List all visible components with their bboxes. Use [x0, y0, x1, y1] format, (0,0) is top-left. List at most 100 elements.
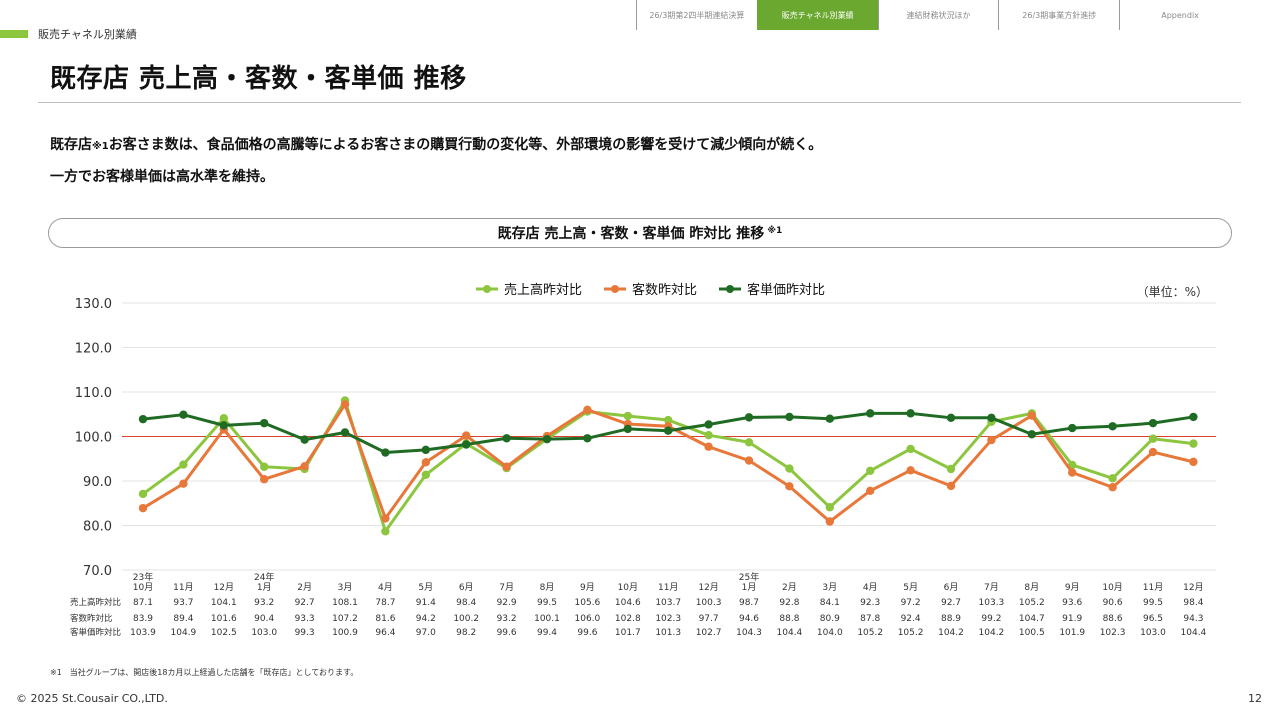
table-value: 100.1 — [534, 614, 560, 624]
data-point — [138, 503, 148, 513]
x-tick-month: 3月 — [338, 582, 353, 593]
table-value: 101.7 — [615, 628, 641, 638]
table-value: 107.2 — [332, 614, 358, 624]
data-point — [260, 475, 269, 484]
table-value: 91.9 — [1062, 614, 1082, 624]
data-point — [1148, 447, 1158, 457]
x-tick-month: 6月 — [944, 582, 959, 593]
section-marker — [0, 30, 28, 38]
data-point — [1189, 457, 1198, 467]
data-point — [1027, 411, 1037, 420]
table-value: 96.5 — [1143, 614, 1163, 624]
lead-footnote-mark: ※1 — [92, 141, 109, 152]
table-value: 103.7 — [655, 598, 681, 608]
section-label: 販売チャネル別業績 — [38, 28, 137, 41]
x-tick-month: 10月 — [1102, 582, 1122, 593]
table-value: 105.2 — [857, 628, 883, 638]
x-tick-month: 2月 — [782, 582, 797, 593]
legend-swatch-marker — [483, 285, 491, 293]
y-tick-label: 100.0 — [75, 431, 112, 446]
table-value: 104.2 — [979, 628, 1005, 638]
data-point — [583, 434, 592, 443]
table-row-label: 客数昨対比 — [70, 613, 113, 624]
data-point — [704, 420, 713, 429]
table-value: 78.7 — [375, 598, 395, 608]
data-point — [825, 503, 834, 512]
table-value: 102.3 — [655, 614, 681, 624]
table-value: 101.3 — [655, 628, 681, 638]
data-point — [260, 462, 269, 471]
table-value: 92.7 — [295, 598, 315, 608]
table-value: 104.0 — [817, 628, 843, 638]
tab-business-policy[interactable]: 26/3期事業方針進捗 — [998, 0, 1119, 30]
table-value: 88.6 — [1103, 614, 1123, 624]
tab-financial-position[interactable]: 連結財務状況ほか — [877, 0, 999, 30]
data-point — [744, 456, 754, 465]
footnote: ※1 当社グループは、開店後18カ月以上経過した店舗を「既存店」としております。 — [50, 668, 359, 677]
table-value: 102.7 — [696, 628, 722, 638]
table-value: 99.3 — [295, 628, 315, 638]
data-point — [906, 409, 915, 418]
data-point — [744, 413, 754, 422]
data-point — [623, 411, 632, 421]
data-point — [623, 424, 632, 434]
data-point — [1189, 412, 1198, 422]
table-value: 84.1 — [820, 598, 840, 608]
table-value: 92.9 — [497, 598, 517, 608]
data-point — [744, 438, 754, 447]
table-value: 92.7 — [941, 598, 961, 608]
tab-q2-results[interactable]: 26/3期第2四半期連結決算 — [636, 0, 757, 30]
table-value: 88.9 — [941, 614, 961, 624]
data-point — [502, 462, 511, 471]
x-tick-month: 9月 — [580, 582, 595, 593]
table-value: 103.0 — [1140, 628, 1166, 638]
table-value: 106.0 — [575, 614, 601, 624]
table-value: 104.2 — [938, 628, 964, 638]
data-point — [219, 421, 228, 430]
table-value: 87.1 — [133, 598, 153, 608]
x-tick-month: 7月 — [984, 582, 999, 593]
data-point — [1189, 439, 1198, 448]
x-tick-month: 2月 — [297, 582, 312, 593]
table-value: 81.6 — [375, 614, 395, 624]
table-value: 83.9 — [133, 614, 153, 624]
table-value: 93.2 — [254, 598, 274, 608]
table-value: 108.1 — [332, 598, 358, 608]
tab-channel-results[interactable]: 販売チャネル別業績 — [756, 0, 878, 30]
data-point — [946, 413, 956, 423]
table-value: 98.4 — [456, 598, 476, 608]
table-value: 101.6 — [211, 614, 237, 624]
data-point — [300, 462, 309, 471]
data-point — [866, 466, 875, 475]
table-value: 99.5 — [537, 598, 557, 608]
table-value: 105.2 — [898, 628, 924, 638]
x-tick-month: 11月 — [173, 582, 193, 593]
table-value: 91.4 — [416, 598, 436, 608]
table-value: 94.3 — [1183, 614, 1203, 624]
table-value: 102.5 — [211, 628, 237, 638]
unit-label: （単位：%） — [1137, 284, 1208, 299]
table-value: 99.5 — [1143, 598, 1163, 608]
data-point — [381, 527, 390, 536]
data-point — [704, 442, 713, 451]
data-point — [502, 434, 511, 443]
legend-swatch-marker — [611, 285, 619, 293]
x-tick-month: 12月 — [698, 582, 718, 593]
x-tick-month: 5月 — [903, 582, 918, 593]
copyright: © 2025 St.Cousair CO.,LTD. — [16, 692, 168, 705]
table-value: 93.3 — [295, 614, 315, 624]
data-point — [179, 410, 188, 419]
data-point — [825, 517, 834, 526]
data-point — [866, 486, 875, 495]
data-point — [462, 440, 471, 449]
table-value: 96.4 — [375, 628, 395, 638]
y-tick-label: 70.0 — [83, 564, 112, 579]
tab-appendix[interactable]: Appendix — [1119, 0, 1240, 30]
y-tick-label: 120.0 — [75, 342, 112, 357]
table-value: 102.8 — [615, 614, 641, 624]
data-point — [462, 431, 471, 440]
x-tick-month: 12月 — [214, 582, 234, 593]
table-value: 101.9 — [1059, 628, 1085, 638]
x-tick-month: 8月 — [1024, 582, 1039, 593]
yoy-line-chart: 130.0 120.0 110.0 100.0 90.0 80.0 70.0 （単位：%） 売上… — [70, 282, 1216, 638]
